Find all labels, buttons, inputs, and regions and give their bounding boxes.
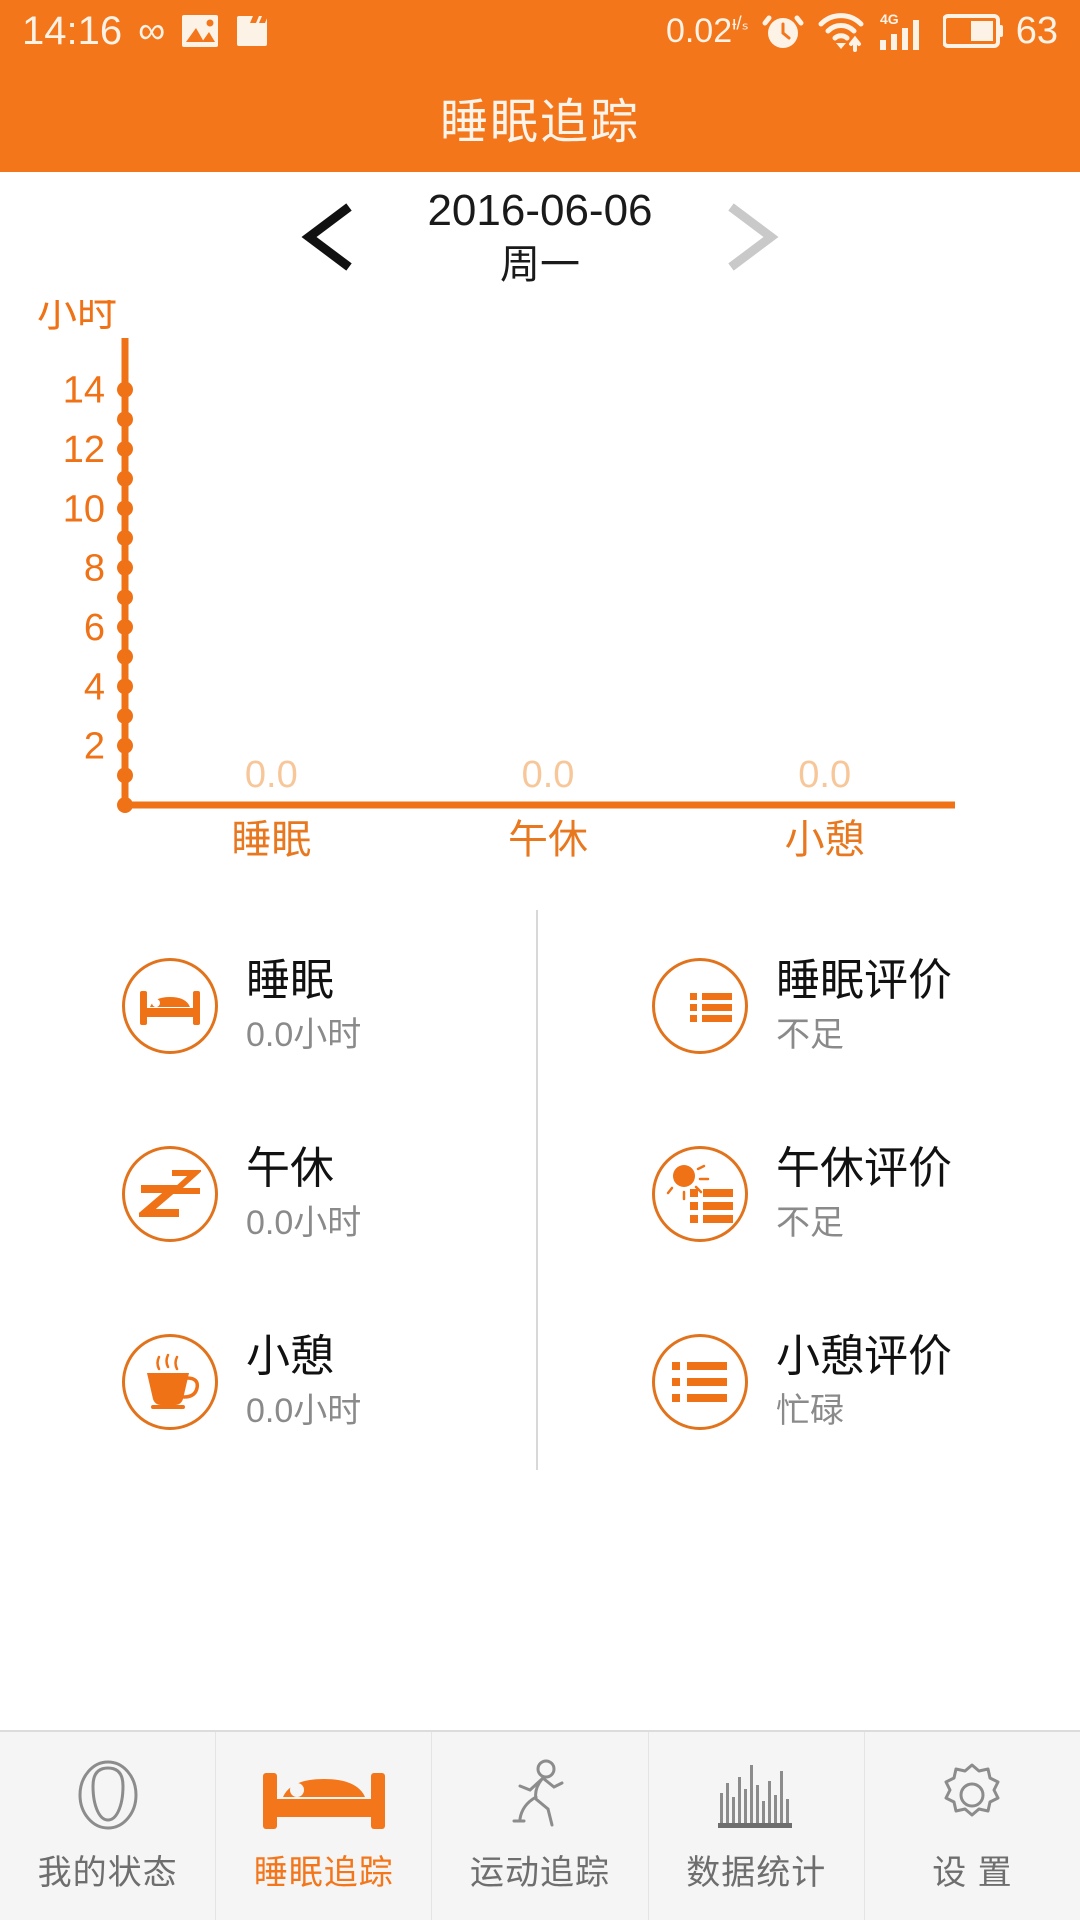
- stat-value: 0.0小时: [246, 1392, 362, 1431]
- sun-list-icon: [652, 1146, 748, 1242]
- list-icon: [652, 1334, 748, 1430]
- moon-list-icon: [652, 958, 748, 1054]
- stat-title: 小憩: [246, 1332, 334, 1382]
- stat-text: 睡眠评价 不足: [776, 956, 952, 1055]
- nav-item-my-status[interactable]: 我的状态: [0, 1732, 217, 1920]
- svg-text:小时: 小时: [37, 300, 117, 335]
- zzz-icon: [122, 1146, 218, 1242]
- date-value: 2016-06-06: [427, 186, 653, 235]
- signal-bars-icon: 4G: [878, 10, 930, 52]
- svg-text:0.0: 0.0: [522, 754, 575, 796]
- status-bar-right: 0.02ᵻ/ₛ 4G 63: [666, 10, 1058, 52]
- gear-icon: [936, 1759, 1008, 1831]
- nav-label: 睡眠追踪: [253, 1853, 394, 1892]
- stat-text: 小憩评价 忙碌: [776, 1332, 952, 1431]
- wifi-icon: [817, 10, 865, 52]
- nav-label: 设 置: [932, 1853, 1013, 1892]
- stat-item-nap[interactable]: 午休 0.0小时: [0, 1100, 540, 1288]
- stats-column-left: 睡眠 0.0小时 午休 0.0小时 小憩 0.0小时: [0, 890, 540, 1510]
- svg-text:0.0: 0.0: [798, 754, 851, 796]
- stat-item-nap-rating[interactable]: 午休评价 不足: [540, 1100, 1080, 1288]
- svg-text:4G: 4G: [880, 11, 899, 27]
- svg-text:6: 6: [84, 607, 105, 649]
- svg-text:午休: 午休: [508, 818, 588, 862]
- page-title: 睡眠追踪: [439, 96, 640, 149]
- gallery-icon: [181, 14, 219, 48]
- stat-text: 小憩 0.0小时: [246, 1332, 362, 1431]
- stat-value: 0.0小时: [246, 1204, 362, 1243]
- stats-section: 睡眠 0.0小时 午休 0.0小时 小憩 0.0小时 睡眠评价 不足 午休评价 …: [0, 890, 1080, 1510]
- stat-value: 0.0小时: [246, 1016, 362, 1055]
- running-person-icon: [508, 1759, 572, 1831]
- network-speed: 0.02ᵻ/ₛ: [665, 12, 749, 50]
- prev-day-button[interactable]: [284, 192, 374, 282]
- date-display: 2016-06-06 周一: [380, 186, 700, 287]
- nav-label: 数据统计: [686, 1853, 827, 1892]
- stat-title: 午休评价: [776, 1144, 952, 1194]
- stat-text: 午休 0.0小时: [246, 1144, 362, 1243]
- nav-label: 我的状态: [37, 1853, 178, 1892]
- nav-item-sleep-tracking[interactable]: 睡眠追踪: [216, 1732, 433, 1920]
- infinity-icon: ∞: [138, 10, 166, 52]
- date-navigator: 2016-06-06 周一: [0, 172, 1080, 302]
- stat-title: 睡眠: [246, 956, 334, 1006]
- stat-value: 不足: [776, 1204, 844, 1243]
- svg-text:4: 4: [84, 666, 105, 708]
- stat-item-break-rating[interactable]: 小憩评价 忙碌: [540, 1288, 1080, 1476]
- stat-title: 小憩评价: [776, 1332, 952, 1382]
- svg-text:12: 12: [63, 429, 105, 471]
- stat-value: 不足: [776, 1016, 844, 1055]
- stats-divider: [536, 910, 538, 1470]
- chart-canvas: 小时 2 4 6 8 10 12 14 0.0 睡眠 0.0 午休 0.0 小憩: [37, 300, 955, 862]
- status-clock: 14:16: [22, 9, 123, 53]
- status-bar: 14:16 ∞ 0.02ᵻ/ₛ 4G 63: [0, 0, 1080, 62]
- nav-label: 运动追踪: [470, 1853, 610, 1892]
- stat-text: 午休评价 不足: [776, 1144, 952, 1243]
- stat-title: 睡眠评价: [776, 956, 952, 1006]
- person-head-icon: [75, 1759, 141, 1831]
- svg-text:小憩: 小憩: [785, 818, 865, 862]
- app-bar: 睡眠追踪: [0, 62, 1080, 172]
- stat-item-sleep[interactable]: 睡眠 0.0小时: [0, 912, 540, 1100]
- stat-text: 睡眠 0.0小时: [246, 956, 362, 1055]
- clapperboard-icon: [235, 14, 269, 48]
- svg-text:睡眠: 睡眠: [231, 818, 311, 862]
- sleep-bar-chart: 小时 2 4 6 8 10 12 14 0.0 睡眠 0.0 午休 0.0 小憩: [0, 300, 1080, 880]
- coffee-cup-icon: [122, 1334, 218, 1430]
- status-bar-left: 14:16 ∞: [22, 11, 269, 51]
- stats-column-right: 睡眠评价 不足 午休评价 不足 小憩评价 忙碌: [540, 890, 1080, 1510]
- bed-icon: [261, 1759, 387, 1831]
- network-speed-unit: ᵻ/ₛ: [732, 13, 749, 35]
- alarm-clock-icon: [762, 10, 804, 52]
- next-day-button[interactable]: [706, 192, 796, 282]
- stat-value: 忙碌: [776, 1392, 844, 1431]
- battery-percent: 63: [1015, 10, 1058, 52]
- nav-item-data-statistics[interactable]: 数据统计: [649, 1732, 865, 1920]
- svg-text:8: 8: [84, 548, 105, 590]
- svg-text:2: 2: [84, 726, 105, 768]
- bottom-navigation: 我的状态 睡眠追踪 运动追踪 数据统计 设 置: [0, 1730, 1080, 1920]
- battery-icon: [942, 13, 1003, 49]
- stat-item-sleep-rating[interactable]: 睡眠评价 不足: [540, 912, 1080, 1100]
- bar-chart-icon: [718, 1759, 794, 1831]
- svg-text:0.0: 0.0: [245, 754, 298, 796]
- stat-title: 午休: [246, 1144, 334, 1194]
- weekday-value: 周一: [500, 243, 580, 287]
- nav-item-exercise-tracking[interactable]: 运动追踪: [432, 1732, 649, 1920]
- bed-icon: [122, 958, 218, 1054]
- stat-item-break[interactable]: 小憩 0.0小时: [0, 1288, 540, 1476]
- nav-item-settings[interactable]: 设 置: [865, 1732, 1080, 1920]
- svg-text:10: 10: [63, 488, 105, 530]
- svg-text:14: 14: [63, 370, 105, 412]
